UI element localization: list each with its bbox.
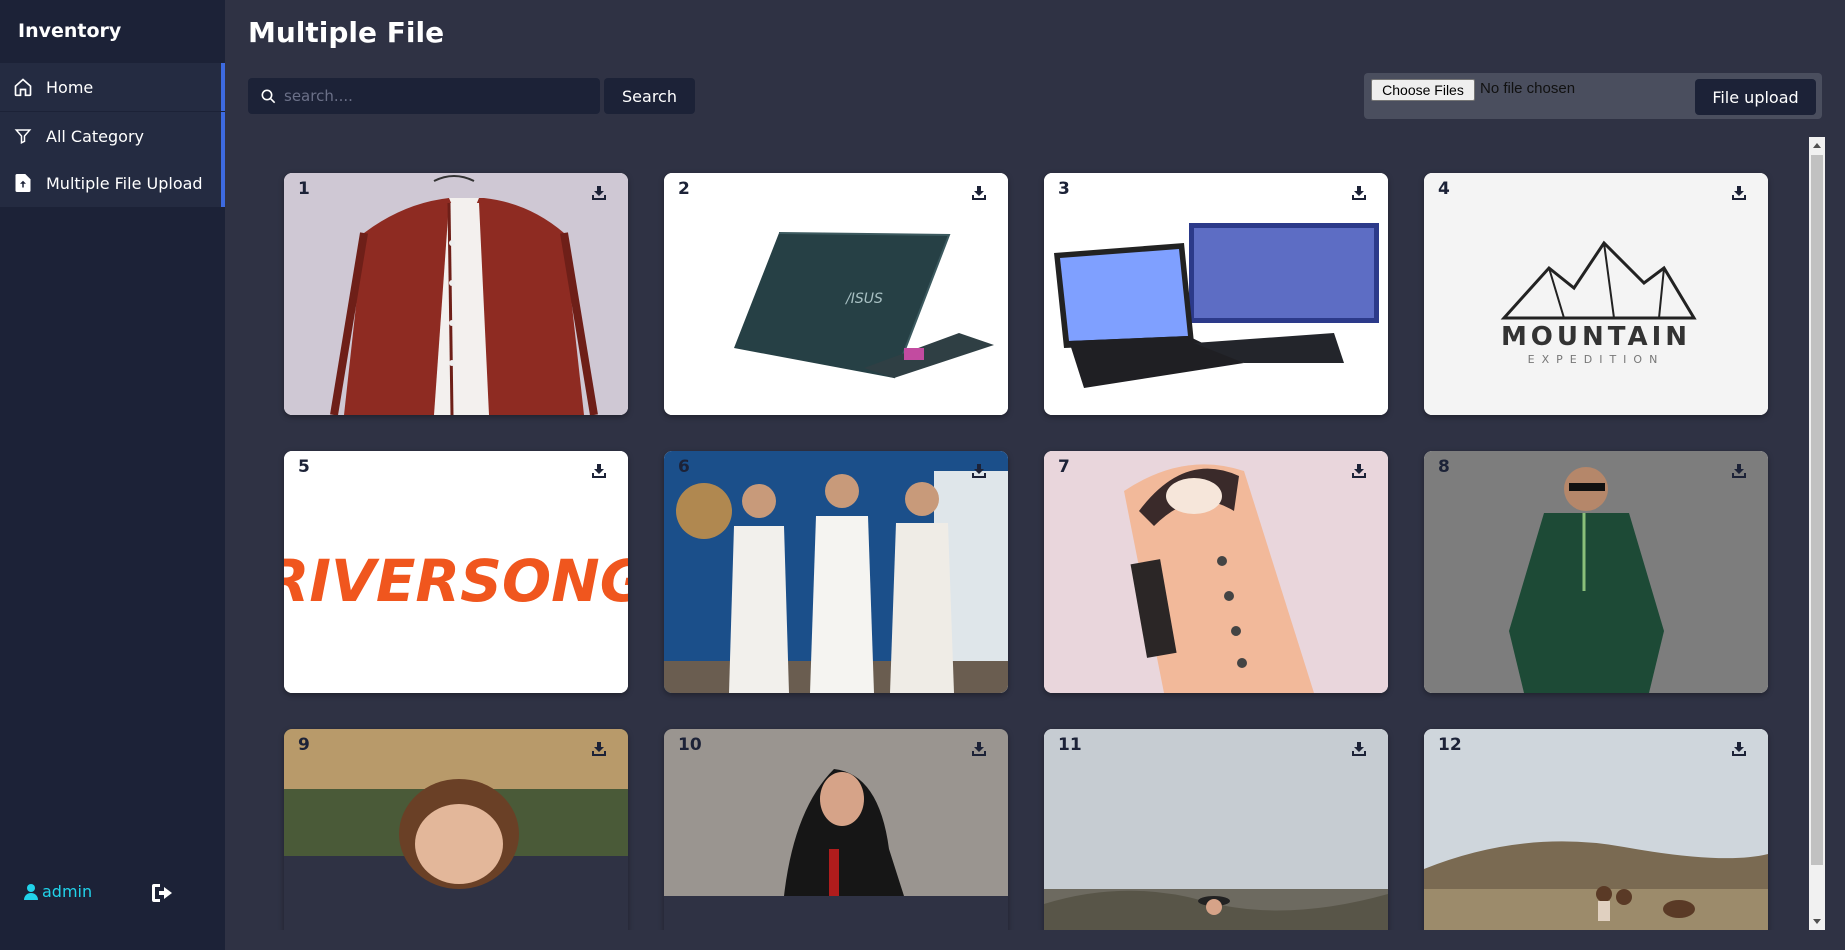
file-card[interactable]: 6	[664, 451, 1008, 693]
download-icon[interactable]	[1352, 185, 1366, 204]
search-field[interactable]	[248, 78, 600, 114]
filter-icon	[12, 125, 34, 147]
file-number: 10	[678, 735, 702, 755]
file-card[interactable]: RIVERSONG 5	[284, 451, 628, 693]
file-number: 1	[298, 179, 310, 199]
mountain-logo-title: MOUNTAIN	[1501, 322, 1691, 352]
search-button[interactable]: Search	[604, 78, 695, 114]
logout-icon[interactable]	[150, 882, 176, 908]
download-icon[interactable]	[972, 741, 986, 760]
scroll-up-arrow-icon[interactable]	[1813, 143, 1821, 148]
choose-files-button[interactable]: Choose Files	[1371, 79, 1475, 101]
search-input[interactable]	[284, 87, 584, 105]
portrait-image	[284, 729, 628, 930]
file-number: 2	[678, 179, 690, 199]
download-icon[interactable]	[592, 741, 606, 760]
file-card[interactable]: 9	[284, 729, 628, 930]
file-number: 6	[678, 457, 690, 477]
file-number: 5	[298, 457, 310, 477]
username: admin	[42, 882, 93, 901]
grid-scrollbar[interactable]	[1809, 137, 1825, 930]
sidebar-item-label: All Category	[46, 126, 145, 146]
mountain-logo-subtitle: EXPEDITION	[1528, 353, 1665, 366]
home-icon	[12, 76, 34, 98]
file-card[interactable]: 3	[1044, 173, 1388, 415]
woman-image	[664, 729, 1008, 930]
field-image	[1424, 729, 1768, 930]
download-icon[interactable]	[1732, 741, 1746, 760]
sidebar-item-home[interactable]: Home	[0, 63, 225, 111]
file-number: 11	[1058, 735, 1082, 755]
file-card[interactable]: 7	[1044, 451, 1388, 693]
file-card[interactable]: 12	[1424, 729, 1768, 930]
file-grid: 1 /ISUS 2 3 MOUNTAIN EXPEDITION 4 IVERSO…	[248, 137, 1808, 930]
svg-text:/ISUS: /ISUS	[844, 291, 883, 307]
file-card[interactable]: 1	[284, 173, 628, 415]
riversong-logo-image: RIVERSONG	[284, 451, 628, 693]
search-icon	[260, 88, 276, 104]
download-icon[interactable]	[972, 185, 986, 204]
file-number: 3	[1058, 179, 1070, 199]
mountain-logo-image: MOUNTAIN EXPEDITION	[1424, 173, 1768, 415]
file-card[interactable]: /ISUS 2	[664, 173, 1008, 415]
file-card[interactable]: 11	[1044, 729, 1388, 930]
laptop-image	[1044, 173, 1388, 415]
scroll-down-arrow-icon[interactable]	[1813, 919, 1821, 924]
field-image	[1044, 729, 1388, 930]
file-status: No file chosen	[1480, 80, 1576, 97]
download-icon[interactable]	[1352, 741, 1366, 760]
download-icon[interactable]	[592, 185, 606, 204]
download-icon[interactable]	[1352, 463, 1366, 482]
panjabi-image	[1044, 451, 1388, 693]
file-number: 7	[1058, 457, 1070, 477]
sidebar-item-all-category[interactable]: All Category	[0, 112, 225, 160]
file-card[interactable]: MOUNTAIN EXPEDITION 4	[1424, 173, 1768, 415]
file-number: 8	[1438, 457, 1450, 477]
page-title: Multiple File	[248, 16, 445, 49]
man-image	[1424, 451, 1768, 693]
riversong-logo-text: RIVERSONG	[284, 547, 628, 615]
user-menu[interactable]: admin	[24, 882, 92, 901]
sidebar: Inventory Home All Category Multiple Fil…	[0, 0, 225, 950]
download-icon[interactable]	[1732, 463, 1746, 482]
sidebar-item-multiple-file-upload[interactable]: Multiple File Upload	[0, 159, 225, 207]
file-upload-icon	[12, 172, 34, 194]
shirt-image	[284, 173, 628, 415]
file-upload-panel: Choose Files No file chosen File upload	[1364, 73, 1822, 119]
file-upload-button[interactable]: File upload	[1695, 79, 1816, 115]
download-icon[interactable]	[592, 463, 606, 482]
file-card[interactable]: 10	[664, 729, 1008, 930]
scrollbar-thumb[interactable]	[1811, 155, 1823, 865]
file-number: 9	[298, 735, 310, 755]
download-icon[interactable]	[1732, 185, 1746, 204]
file-number: 12	[1438, 735, 1462, 755]
sidebar-item-label: Multiple File Upload	[46, 173, 203, 193]
file-card[interactable]: 8	[1424, 451, 1768, 693]
laptop-image: /ISUS	[664, 173, 1008, 415]
file-number: 4	[1438, 179, 1450, 199]
app-title: Inventory	[18, 20, 122, 42]
user-icon	[24, 883, 38, 900]
download-icon[interactable]	[972, 463, 986, 482]
people-image	[664, 451, 1008, 693]
sidebar-item-label: Home	[46, 77, 94, 97]
